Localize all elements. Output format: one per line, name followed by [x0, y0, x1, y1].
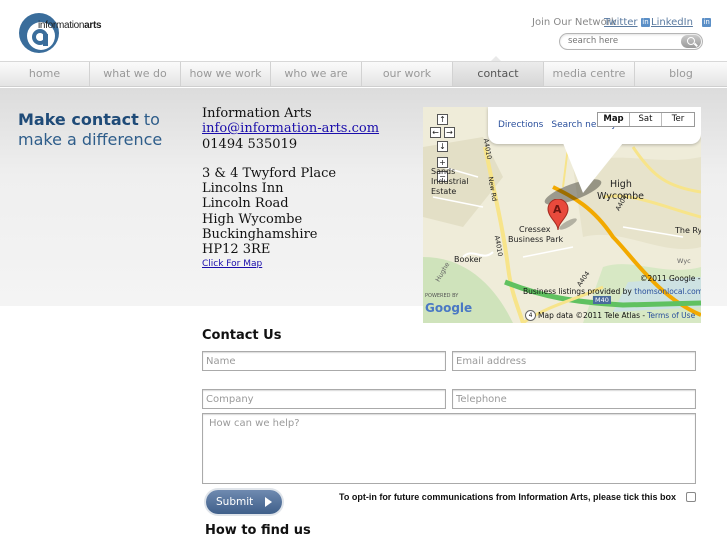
- pan-up-icon[interactable]: ↑: [437, 114, 448, 125]
- pan-right-icon[interactable]: →: [444, 127, 455, 138]
- map-listings-prefix: Business listings provided by: [523, 287, 635, 296]
- nav-home[interactable]: home: [0, 62, 90, 86]
- logo-wordmark-prefix: information: [38, 20, 85, 31]
- map-type-map[interactable]: Map: [598, 113, 630, 126]
- message-field[interactable]: [203, 414, 695, 483]
- logo-wordmark: informationarts: [38, 20, 102, 31]
- linkedin-icon: in: [641, 17, 650, 27]
- optin-label: To opt-in for future communications from…: [339, 492, 677, 502]
- telephone-field[interactable]: [453, 390, 695, 408]
- address-line-4: High Wycombe: [202, 211, 303, 227]
- search-input[interactable]: [568, 36, 678, 46]
- click-for-map-link[interactable]: Click For Map: [202, 259, 262, 269]
- nav-blog[interactable]: blog: [635, 62, 727, 86]
- map-label-cressex: Cressex: [519, 225, 551, 234]
- map-listings-link[interactable]: thomsonlocal.com: [634, 287, 701, 296]
- map-label-the-ry: The Ry: [675, 226, 701, 235]
- address-line-2: Lincolns Inn: [202, 181, 284, 197]
- map-label-booker: Booker: [454, 255, 482, 264]
- directions-link[interactable]: Directions: [498, 120, 543, 130]
- headline-rest-2: make a difference: [18, 130, 163, 149]
- information-arts-logo[interactable]: [18, 12, 128, 56]
- email-field-wrap: [452, 351, 696, 371]
- map-data-text: Map data ©2011 Tele Atlas -: [538, 311, 646, 320]
- nav-who-we-are[interactable]: who we are: [271, 62, 362, 86]
- map-marker-label: A: [553, 203, 562, 216]
- map-type-terrain[interactable]: Ter: [662, 113, 694, 126]
- pan-down-icon[interactable]: ↓: [437, 141, 448, 152]
- twitter-link[interactable]: Twitter: [604, 17, 638, 28]
- page-headline: Make contact to make a difference: [18, 110, 198, 150]
- search-button[interactable]: [681, 35, 701, 48]
- pegman-icon[interactable]: 4: [525, 310, 536, 321]
- terms-of-use-link[interactable]: Terms of Use: [647, 311, 695, 320]
- optin-checkbox[interactable]: [686, 492, 696, 502]
- address-line-6: HP12 3RE: [202, 242, 271, 258]
- map-label-sands: Sands: [431, 167, 456, 176]
- headline-bold: Make contact: [18, 110, 139, 129]
- map-label-estate: Estate: [431, 187, 457, 196]
- company-field[interactable]: [203, 390, 445, 408]
- company-field-wrap: [202, 389, 446, 409]
- map-copyright: ©2011 Google -: [640, 274, 701, 283]
- email-link[interactable]: info@information-arts.com: [202, 121, 379, 136]
- nav-our-work[interactable]: our work: [362, 62, 453, 86]
- google-map[interactable]: DirectionsSearch nearbymore Map Sat Ter …: [423, 107, 701, 323]
- map-listings-credit: Business listings provided by thomsonloc…: [523, 287, 701, 296]
- address-line-1: 3 & 4 Twyford Place: [202, 165, 337, 181]
- powered-by-label: POWERED BY: [425, 293, 459, 299]
- address-block: Information Arts info@information-arts.c…: [202, 106, 379, 270]
- map-label-m40: M40: [593, 296, 611, 304]
- submit-button[interactable]: Submit: [206, 490, 282, 514]
- name-field[interactable]: [203, 352, 445, 370]
- main-navigation: home what we do how we work who we are o…: [0, 61, 727, 87]
- map-type-satellite[interactable]: Sat: [630, 113, 662, 126]
- map-label-business-park: Business Park: [508, 235, 564, 244]
- logo-wordmark-suffix: arts: [84, 20, 102, 31]
- nav-contact[interactable]: contact: [453, 62, 544, 86]
- how-to-find-us-heading: How to find us: [205, 523, 311, 538]
- linkedin-square-icon[interactable]: in: [702, 17, 712, 27]
- company-name: Information Arts: [202, 106, 312, 121]
- message-field-wrap: [202, 413, 696, 484]
- phone-number: 01494 535019: [202, 136, 298, 152]
- nav-how-we-work[interactable]: how we work: [181, 62, 271, 86]
- address-line-5: Buckinghamshire: [202, 227, 318, 243]
- pan-left-icon[interactable]: ←: [430, 127, 441, 138]
- map-label-wyc: Wyc: [677, 257, 691, 265]
- twitter-link-wrap: Twitter: [604, 17, 638, 28]
- nav-what-we-do[interactable]: what we do: [90, 62, 181, 86]
- email-field[interactable]: [453, 352, 695, 370]
- address-line-3: Lincoln Road: [202, 196, 289, 212]
- map-label-high: High: [610, 179, 632, 190]
- search-box: [559, 33, 703, 50]
- map-type-control: Map Sat Ter: [597, 112, 695, 127]
- map-label-industrial: Industrial: [431, 177, 469, 186]
- google-logo[interactable]: POWERED BY Google: [425, 293, 473, 315]
- linkedin-link[interactable]: LinkedIn: [651, 17, 693, 28]
- linkedin-link-wrap: in LinkedIn in: [641, 17, 712, 28]
- contact-us-heading: Contact Us: [202, 328, 282, 343]
- headline-rest-1: to: [138, 110, 160, 129]
- telephone-field-wrap: [452, 389, 696, 409]
- nav-media-centre[interactable]: media centre: [544, 62, 635, 86]
- map-data-credit: 4 Map data ©2011 Tele Atlas - Terms of U…: [525, 310, 695, 321]
- google-logo-text: Google: [425, 301, 473, 315]
- name-field-wrap: [202, 351, 446, 371]
